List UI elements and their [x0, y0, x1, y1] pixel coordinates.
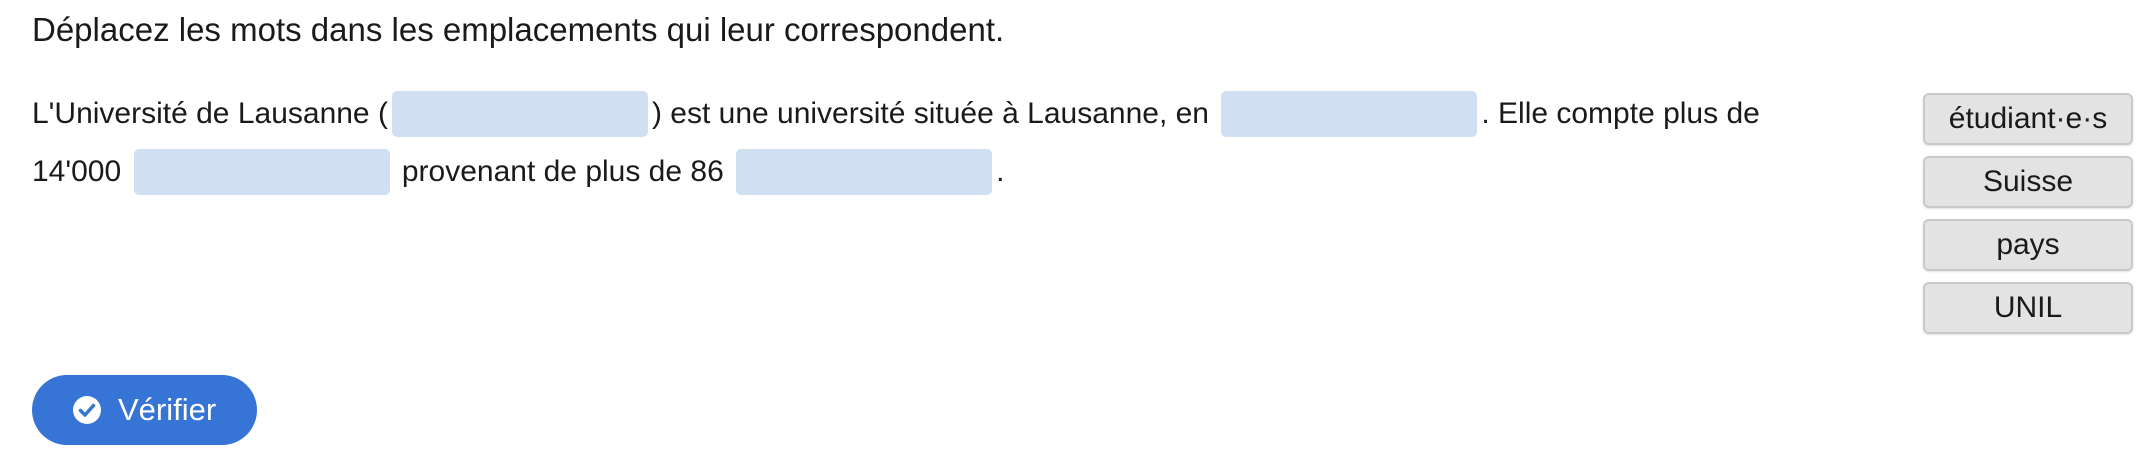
text-segment: L'Université de Lausanne (: [32, 97, 388, 131]
word-bank: étudiant·e·s Suisse pays UNIL: [1923, 93, 2133, 345]
dropzone-3[interactable]: [133, 149, 390, 196]
draggable-word-etudiants[interactable]: étudiant·e·s: [1923, 93, 2133, 145]
cloze-text: L'Université de Lausanne ( ) est une univ…: [32, 84, 1862, 200]
text-segment: .: [996, 155, 1005, 189]
draggable-word-pays[interactable]: pays: [1923, 219, 2133, 271]
draggable-word-unil[interactable]: UNIL: [1923, 282, 2133, 334]
task-instruction: Déplacez les mots dans les emplacements …: [32, 11, 1005, 48]
verify-button-label: Vérifier: [118, 392, 217, 427]
dropzone-4[interactable]: [736, 149, 993, 196]
text-line-2: 14'000 provenant de plus de 86 .: [32, 142, 1862, 200]
dropzone-2[interactable]: [1221, 91, 1478, 138]
draggable-word-suisse[interactable]: Suisse: [1923, 156, 2133, 208]
text-segment: . Elle compte plus de: [1481, 97, 1760, 131]
text-segment: 14'000: [32, 155, 122, 189]
text-line-1: L'Université de Lausanne ( ) est une univ…: [32, 84, 1862, 142]
check-circle-icon: [72, 395, 102, 425]
text-segment: ) est une université située à Lausanne, …: [651, 97, 1209, 131]
h5p-drag-text-page: Déplacez les mots dans les emplacements …: [0, 0, 2150, 474]
dropzone-1[interactable]: [391, 91, 648, 138]
verify-button[interactable]: Vérifier: [32, 375, 257, 445]
text-segment: provenant de plus de 86: [401, 155, 724, 189]
